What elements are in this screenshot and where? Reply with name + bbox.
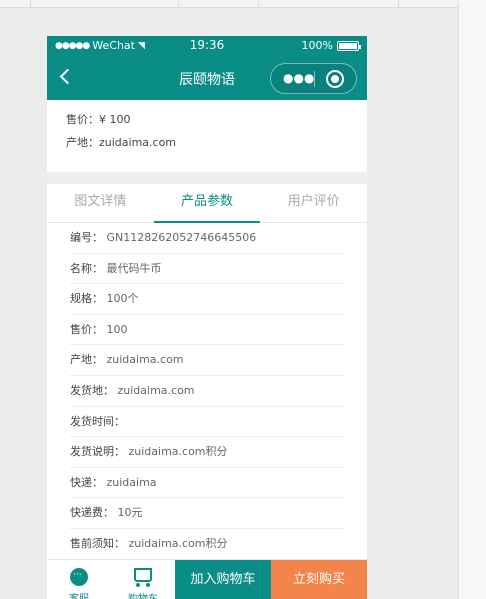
battery-label: 100% (301, 39, 333, 52)
buy-now-button[interactable]: 立刻购买 (271, 560, 367, 599)
nav-bar: 辰颐物语 ●●● (47, 56, 367, 100)
param-row: 发货时间： (70, 407, 344, 438)
detail-tabs: 图文详情 产品参数 用户评价 (47, 184, 367, 223)
cart-label: 购物车 (111, 590, 175, 599)
param-row: 名称： 最代码牛币 (70, 254, 344, 285)
add-to-cart-button[interactable]: 加入购物车 (175, 560, 271, 599)
tab-user-reviews[interactable]: 用户评价 (260, 184, 367, 222)
editor-right-panel (458, 0, 486, 599)
param-row: 快递费： 10元 (70, 498, 344, 529)
tab-graphic-details[interactable]: 图文详情 (47, 184, 154, 222)
chat-icon (70, 568, 88, 586)
param-row: 编号： GN1128262052746645506 (70, 223, 344, 254)
param-row: 售价： 100 (70, 315, 344, 346)
param-row: 产地： zuidaima.com (70, 345, 344, 376)
param-row: 快递： zuidaima (70, 468, 344, 499)
mini-program-capsule: ●●● (270, 63, 357, 94)
battery: 100% (301, 39, 361, 52)
service-button[interactable]: 客服 (47, 560, 111, 599)
cart-button[interactable]: 购物车 (111, 560, 175, 599)
bottom-action-bar: 客服 购物车 加入购物车 立刻购买 (47, 559, 367, 599)
param-row: 售前须知： zuidaima.com积分 (70, 529, 344, 560)
close-target-icon[interactable] (326, 70, 344, 88)
section-divider (47, 172, 367, 184)
more-icon[interactable]: ●●● (283, 71, 314, 85)
price-block: 售价：¥ 100 产地：zuidaima.com (47, 100, 367, 172)
origin-text: 产地：zuidaima.com (66, 136, 177, 149)
param-row: 发货说明： zuidaima.com积分 (70, 437, 344, 468)
editor-top-ruler (0, 0, 458, 8)
status-bar: ●●●●● WeChat ◥ 19:36 100% (47, 36, 367, 56)
capsule-divider (314, 71, 315, 87)
param-row: 规格： 100个 (70, 284, 344, 315)
tab-product-params[interactable]: 产品参数 (153, 184, 261, 223)
param-row: 发货地： zuidaima.com (70, 376, 344, 407)
service-label: 客服 (47, 590, 111, 599)
params-list: 编号： GN1128262052746645506 名称： 最代码牛币 规格： … (47, 223, 367, 560)
cart-icon (134, 568, 152, 582)
price-text: 售价：¥ 100 (66, 113, 131, 126)
phone-frame: ●●●●● WeChat ◥ 19:36 100% 辰颐物语 ●●● 售价：¥ … (47, 36, 367, 599)
battery-icon (337, 40, 361, 51)
